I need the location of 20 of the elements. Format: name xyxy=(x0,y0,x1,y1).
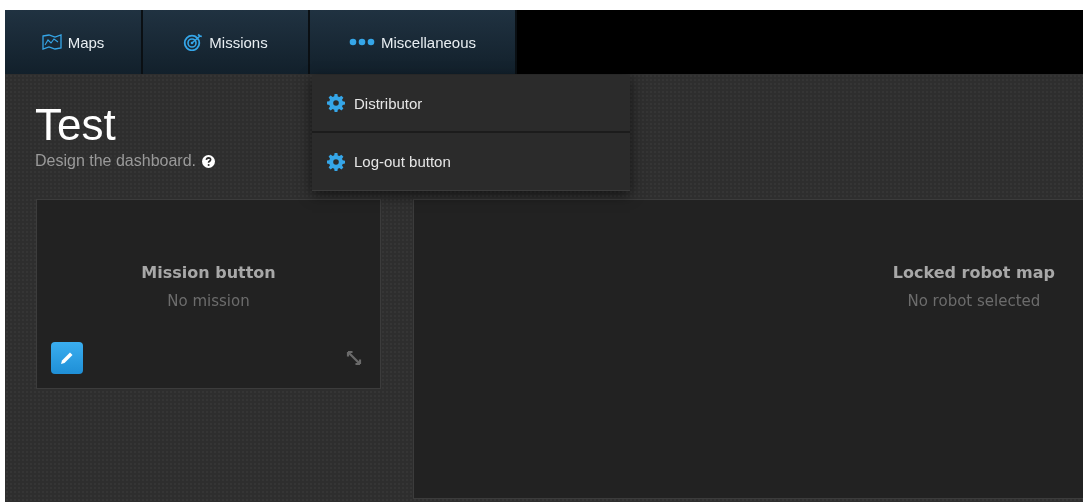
map-icon xyxy=(41,34,62,50)
gear-icon xyxy=(327,94,345,112)
page-title: Test xyxy=(35,102,116,148)
widget-status: No robot selected xyxy=(906,292,1042,310)
page-subtitle: Design the dashboard. xyxy=(35,152,196,170)
dots-icon xyxy=(348,38,375,46)
menu-item[interactable]: Log-out button xyxy=(312,133,630,191)
widget-title: Mission button xyxy=(141,263,276,282)
resize-icon[interactable] xyxy=(346,350,362,366)
pencil-icon xyxy=(59,350,75,366)
nav-tab[interactable]: Miscellaneous xyxy=(310,10,517,74)
target-icon xyxy=(183,33,204,51)
edit-button[interactable] xyxy=(51,342,83,374)
widget-status: No mission xyxy=(166,292,251,310)
gear-icon xyxy=(327,152,345,171)
nav-tab[interactable]: Missions xyxy=(143,10,310,74)
nav-tab[interactable]: Maps xyxy=(5,10,143,74)
widget-title: Locked robot map xyxy=(892,263,1055,282)
menu-item[interactable]: Distributor xyxy=(312,75,630,133)
help-icon[interactable] xyxy=(202,154,215,168)
